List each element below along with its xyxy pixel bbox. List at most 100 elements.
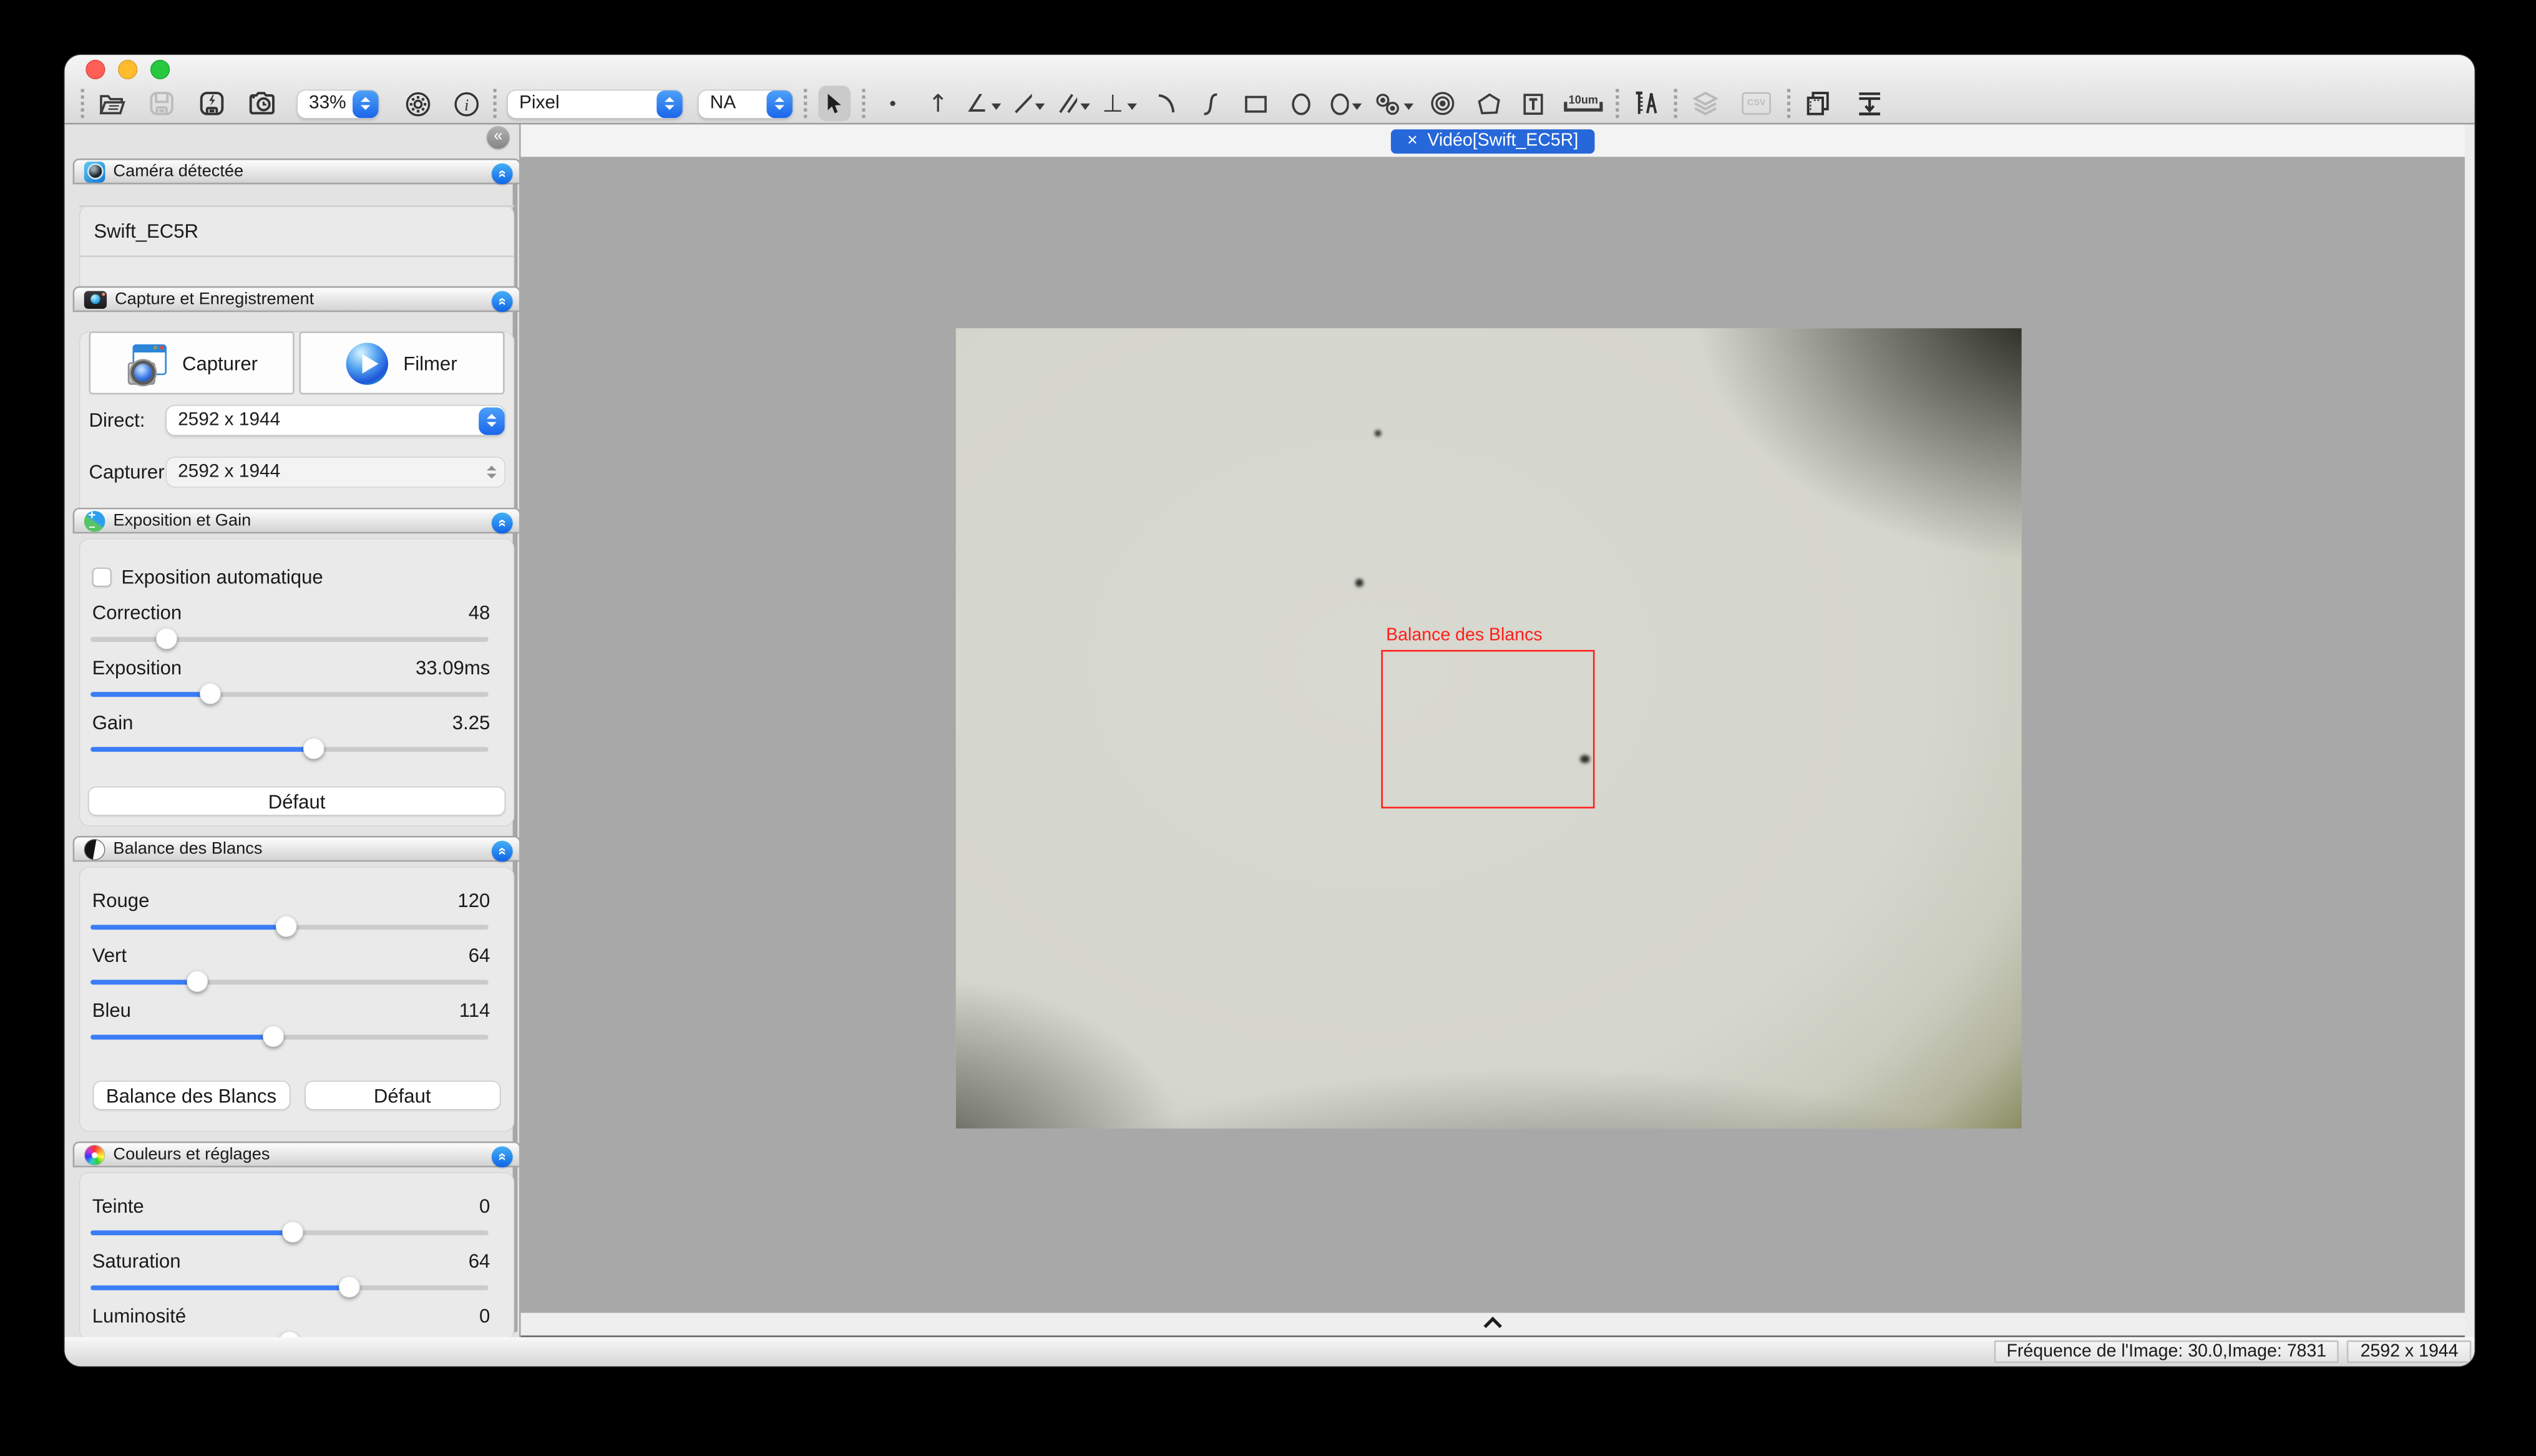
open-file-icon[interactable]	[95, 85, 128, 121]
slider-label: Gain	[92, 711, 134, 734]
cursor-tool[interactable]	[818, 85, 851, 121]
exposure-default-button[interactable]: Défaut	[89, 787, 505, 815]
ellipse-tool[interactable]	[1284, 85, 1317, 121]
slider-thumb[interactable]	[283, 1221, 304, 1243]
collapse-panel-button[interactable]: «	[492, 1145, 513, 1167]
stepper-icon	[353, 90, 378, 117]
collapse-panel-button[interactable]: «	[492, 290, 513, 311]
dust-speck	[1375, 430, 1381, 436]
capture-button[interactable]: Capturer	[89, 331, 295, 394]
arc-tool[interactable]	[1148, 85, 1181, 121]
video-canvas: Balance des Blancs	[521, 157, 2465, 1313]
slider-thumb[interactable]	[339, 1276, 360, 1298]
saturation-slider[interactable]	[90, 1274, 489, 1299]
slider-thumb[interactable]	[263, 1026, 285, 1047]
line-tool[interactable]	[1012, 85, 1045, 121]
live-resolution-label: Direct:	[89, 409, 167, 432]
exposure-slider[interactable]	[90, 681, 489, 706]
concentric-circles-tool[interactable]	[1426, 85, 1459, 121]
save-burst-icon[interactable]	[196, 85, 228, 121]
slider-thumb[interactable]	[200, 683, 221, 704]
rectangle-tool[interactable]	[1239, 85, 1271, 121]
status-bar: Fréquence de l'Image: 30.0,Image: 7831 2…	[65, 1337, 2475, 1366]
scale-bar-tool[interactable]: 10um	[1563, 85, 1604, 121]
chevron-down-icon	[1352, 104, 1362, 115]
collapse-panel-button[interactable]: «	[492, 512, 513, 533]
expand-up-icon[interactable]	[1484, 1317, 1502, 1335]
brightness-slider[interactable]	[90, 1329, 489, 1337]
chevron-down-icon	[1035, 104, 1045, 115]
zoom-level-select[interactable]: 33%	[298, 90, 379, 117]
objective-select[interactable]: NA	[699, 90, 792, 117]
polygon-tool[interactable]	[1472, 85, 1505, 121]
slider-label: Exposition	[92, 656, 182, 679]
unit-value: Pixel	[519, 94, 560, 113]
ellipse-variants-tool[interactable]	[1329, 85, 1362, 121]
curve-tool[interactable]	[1194, 85, 1226, 121]
camera-icon	[84, 161, 105, 182]
measure-calipers-icon[interactable]	[1631, 85, 1663, 121]
collapse-panel-button[interactable]: «	[492, 162, 513, 183]
capture-icon	[84, 291, 107, 309]
video-frame[interactable]: Balance des Blancs	[956, 328, 2022, 1128]
angle-tool[interactable]: ∠	[967, 85, 1000, 121]
perpendicular-tool[interactable]: ⊥	[1103, 85, 1136, 121]
info-icon[interactable]: i	[450, 85, 482, 121]
panel-white-balance: Balance des Blancs « Rouge 120 Vert	[73, 836, 521, 1132]
collapse-sidebar-button[interactable]: «	[487, 126, 509, 148]
red-slider[interactable]	[90, 913, 489, 939]
arrow-tool[interactable]: ↑	[922, 85, 954, 121]
close-tab-icon[interactable]: ×	[1407, 131, 1418, 150]
capture-resolution-select[interactable]: 2592 x 1944	[167, 457, 505, 487]
slider-thumb[interactable]	[279, 1331, 300, 1337]
camera-list-item[interactable]: Swift_EC5R	[79, 205, 514, 257]
export-image-icon[interactable]	[1853, 85, 1886, 121]
slider-value: 120	[457, 889, 490, 911]
linked-annotation-tool[interactable]	[1375, 85, 1413, 121]
live-resolution-select[interactable]: 2592 x 1944	[167, 406, 505, 435]
record-button[interactable]: Filmer	[299, 331, 504, 394]
slider-thumb[interactable]	[275, 916, 296, 937]
record-play-icon	[346, 342, 388, 384]
parallel-lines-tool[interactable]	[1058, 85, 1090, 121]
panel-header[interactable]: Couleurs et réglages «	[73, 1142, 521, 1167]
white-balance-default-button[interactable]: Défaut	[305, 1082, 500, 1109]
auto-exposure-checkbox[interactable]	[92, 568, 112, 587]
hue-slider[interactable]	[90, 1219, 489, 1245]
close-window-button[interactable]	[85, 59, 105, 79]
panel-header[interactable]: Capture et Enregistrement «	[73, 286, 521, 312]
panel-header[interactable]: Exposition et Gain «	[73, 508, 521, 533]
collapse-panel-button[interactable]: «	[492, 840, 513, 861]
panel-header[interactable]: Balance des Blancs «	[73, 836, 521, 861]
blue-slider[interactable]	[90, 1024, 489, 1049]
white-balance-roi[interactable]	[1381, 650, 1594, 808]
minimize-window-button[interactable]	[118, 59, 137, 79]
sidebar: « Caméra détectée « Swift_EC5R	[65, 125, 521, 1337]
slider-value: 3.25	[452, 711, 490, 734]
capture-button-label: Capturer	[182, 352, 258, 374]
slider-thumb[interactable]	[187, 971, 208, 992]
copy-icon[interactable]	[1802, 85, 1834, 121]
panel-title: Balance des Blancs	[113, 839, 262, 858]
settings-gear-icon[interactable]	[401, 85, 434, 121]
zoom-window-button[interactable]	[150, 59, 170, 79]
correction-slider[interactable]	[90, 626, 489, 651]
slider-thumb[interactable]	[303, 738, 324, 759]
point-tool[interactable]	[877, 85, 909, 121]
gain-slider[interactable]	[90, 735, 489, 761]
white-balance-button[interactable]: Balance des Blancs	[94, 1082, 288, 1109]
tab-video[interactable]: × Vidéo[Swift_EC5R]	[1391, 129, 1594, 153]
camera-timer-icon[interactable]	[246, 85, 278, 121]
panel-body: Exposition automatique Correction 48 Exp…	[79, 538, 514, 826]
panel-header[interactable]: Caméra détectée «	[73, 158, 521, 184]
content-column: × Vidéo[Swift_EC5R] Balance des Blancs	[521, 125, 2465, 1337]
slider-thumb[interactable]	[155, 628, 177, 649]
window-chrome: 33% i	[65, 55, 2475, 124]
text-tool[interactable]	[1517, 85, 1549, 121]
unit-select[interactable]: Pixel	[508, 90, 683, 117]
slider-label: Vert	[92, 944, 127, 967]
toolbar-separator	[493, 89, 496, 119]
chevron-down-icon	[1404, 104, 1414, 115]
green-slider[interactable]	[90, 968, 489, 994]
scale-bar-label: 10um	[1565, 95, 1601, 112]
